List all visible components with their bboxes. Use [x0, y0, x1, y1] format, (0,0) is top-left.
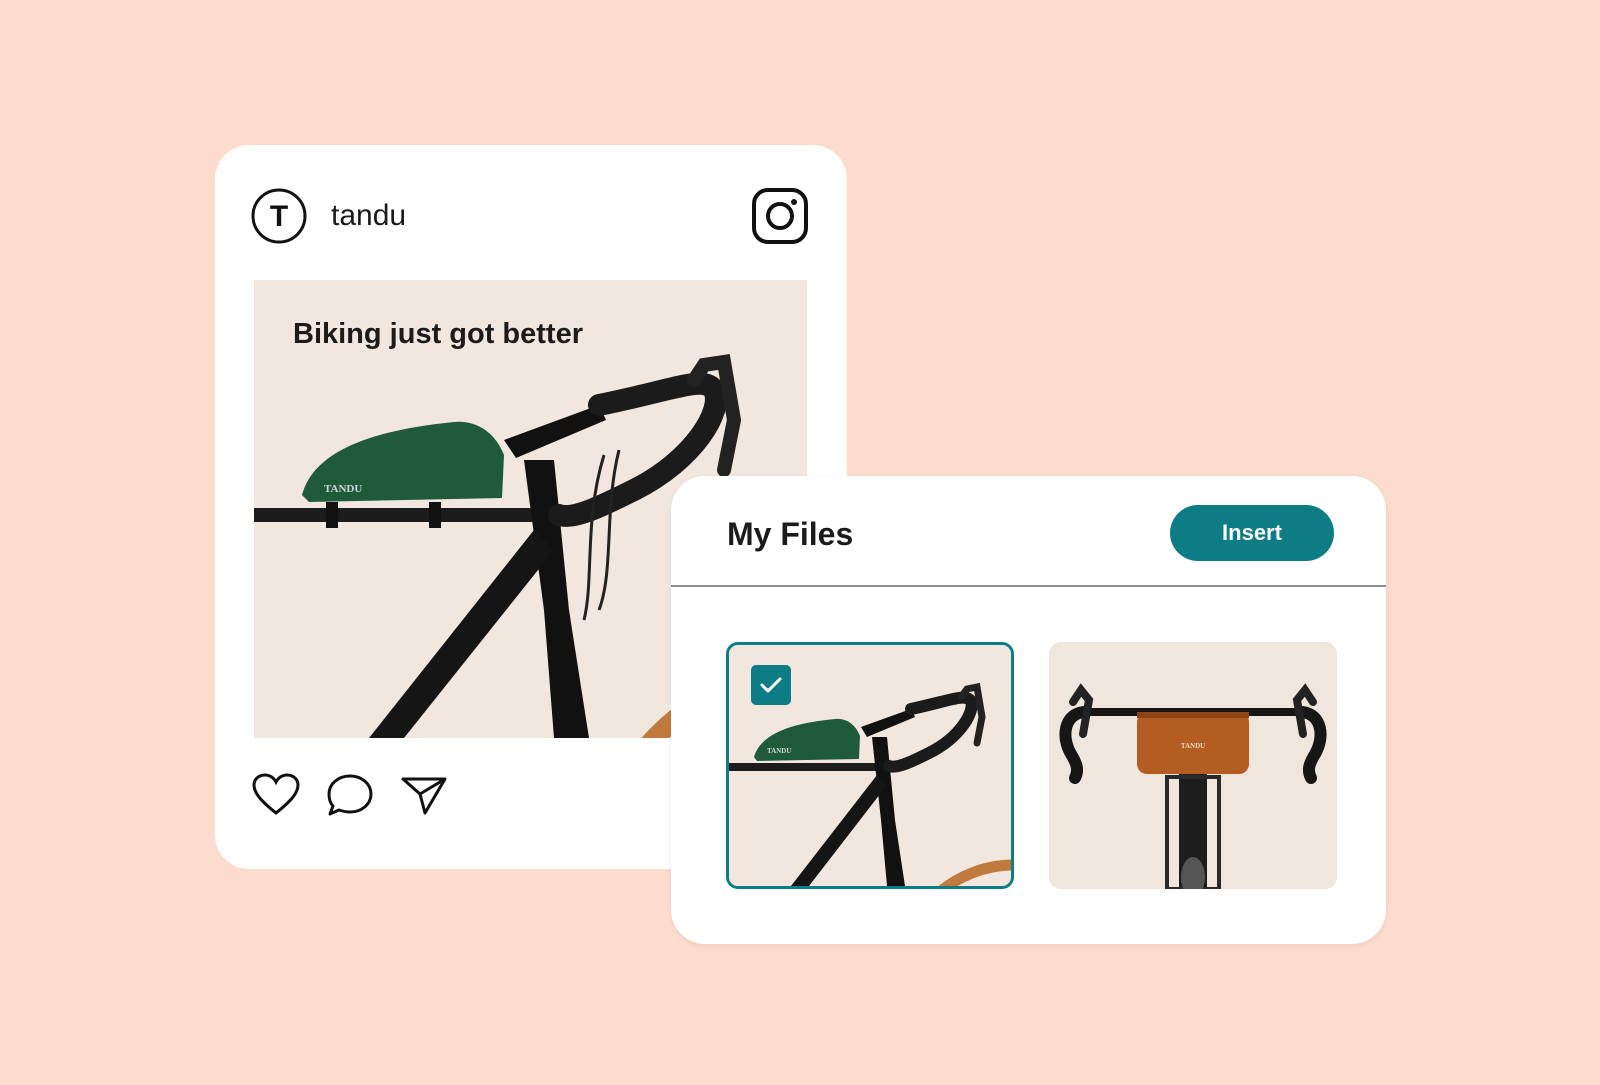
share-icon[interactable] [399, 773, 449, 817]
account-username[interactable]: tandu [331, 199, 406, 233]
file-picker-title: My Files [727, 516, 854, 552]
heart-icon[interactable] [251, 773, 301, 817]
brand-avatar[interactable]: T [251, 188, 307, 244]
header-divider [671, 585, 1386, 587]
instagram-icon [752, 188, 808, 244]
thumbnail-bag-brand: TANDU [767, 747, 791, 755]
post-header: T tandu [251, 187, 406, 245]
file-thumbnail-selected[interactable]: TANDU [726, 642, 1014, 889]
file-picker-panel: My Files Insert TANDU TANDU [671, 476, 1386, 944]
post-caption: Biking just got better [293, 318, 583, 350]
file-thumbnail[interactable]: TANDU [1049, 642, 1337, 889]
bag-brand-label: TANDU [324, 483, 362, 495]
checkmark-icon [760, 677, 782, 693]
comment-icon[interactable] [325, 773, 375, 817]
avatar-letter: T [270, 200, 288, 233]
post-actions [251, 773, 449, 817]
selected-checkbox[interactable] [751, 665, 791, 705]
bicycle-front-thumbnail: TANDU [1049, 642, 1337, 889]
thumbnail-bag-brand: TANDU [1181, 742, 1205, 750]
insert-button[interactable]: Insert [1170, 505, 1334, 561]
